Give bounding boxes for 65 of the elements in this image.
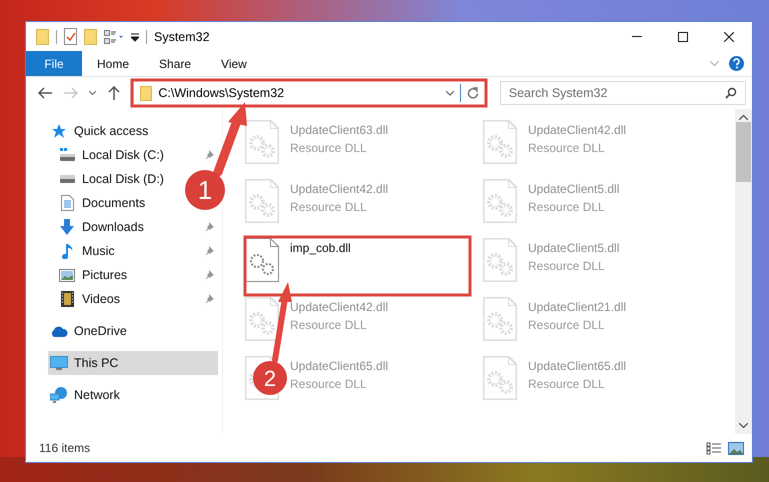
pin-icon[interactable]	[204, 270, 214, 280]
maximize-icon	[678, 32, 688, 42]
file-type: Resource DLL	[290, 377, 368, 391]
pin-icon[interactable]	[204, 294, 214, 304]
file-type: Resource DLL	[290, 318, 368, 332]
nav-item[interactable]: OneDrive	[48, 319, 131, 343]
search-field[interactable]: Search System32	[500, 81, 746, 105]
network-icon	[50, 387, 68, 403]
chevron-down-icon[interactable]	[739, 423, 748, 428]
up-arrow-icon[interactable]	[108, 86, 120, 100]
window-title: System32	[154, 30, 210, 44]
file-type: Resource DLL	[290, 200, 368, 214]
nav-item[interactable]: Local Disk (C:)	[56, 143, 168, 167]
folder-icon	[140, 86, 152, 100]
ribbon-tab[interactable]: Share	[144, 51, 206, 76]
film-icon	[60, 291, 74, 307]
nav-item[interactable]: Network	[48, 383, 124, 407]
chevron-down-icon[interactable]	[89, 91, 96, 95]
nav-item[interactable]: Downloads	[56, 215, 148, 239]
search-icon	[724, 87, 737, 99]
minimize-icon	[632, 36, 642, 37]
properties-check-icon[interactable]	[64, 28, 77, 45]
ribbon-tab[interactable]: View	[206, 51, 262, 76]
nav-item[interactable]: Pictures	[56, 263, 132, 287]
step-badge: 1	[185, 170, 225, 210]
pin-icon[interactable]	[204, 246, 214, 256]
nav-item[interactable]: This PC	[48, 351, 218, 375]
large-icons-view-icon[interactable]	[728, 442, 744, 454]
file-type: Resource DLL	[528, 318, 606, 332]
view-list-icon[interactable]	[104, 30, 124, 44]
nav-item[interactable]: Local Disk (D:)	[56, 167, 168, 191]
picture-icon	[59, 268, 75, 282]
chevron-down-icon[interactable]	[446, 90, 454, 96]
file-type: Resource DLL	[528, 200, 606, 214]
drive-icon	[59, 148, 75, 162]
pin-icon[interactable]	[204, 222, 214, 232]
monitor-icon	[50, 356, 68, 370]
customize-toolbar-icon[interactable]	[131, 32, 139, 42]
music-note-icon	[61, 243, 73, 259]
cloud-icon	[50, 326, 68, 336]
star-icon	[51, 123, 67, 139]
file-type: Resource DLL	[528, 259, 606, 273]
close-icon	[724, 32, 734, 42]
nav-item[interactable]: Videos	[56, 287, 124, 311]
file-type: Resource DLL	[290, 141, 368, 155]
file-type: Resource DLL	[528, 141, 606, 155]
nav-item[interactable]: Quick access	[48, 119, 152, 143]
scroll-thumb[interactable]	[736, 122, 751, 182]
file-type: Resource DLL	[528, 377, 606, 391]
item-count: 116 items	[39, 441, 90, 455]
down-arrow-icon	[59, 219, 75, 235]
drive-icon	[59, 175, 75, 183]
help-icon[interactable]	[729, 56, 744, 71]
file-name[interactable]: imp_cob.dll	[290, 241, 351, 255]
ribbon-tab[interactable]: Home	[82, 51, 144, 76]
details-view-icon[interactable]	[706, 442, 722, 454]
back-arrow-icon[interactable]	[38, 87, 52, 99]
chevron-up-icon[interactable]	[739, 115, 748, 120]
refresh-icon[interactable]	[466, 87, 479, 99]
scrollbar[interactable]	[735, 109, 752, 434]
document-icon	[60, 195, 74, 211]
step-badge: 2	[253, 361, 287, 395]
nav-item[interactable]: Music	[56, 239, 119, 263]
pin-icon[interactable]	[204, 150, 214, 160]
nav-item[interactable]: Documents	[56, 191, 150, 215]
